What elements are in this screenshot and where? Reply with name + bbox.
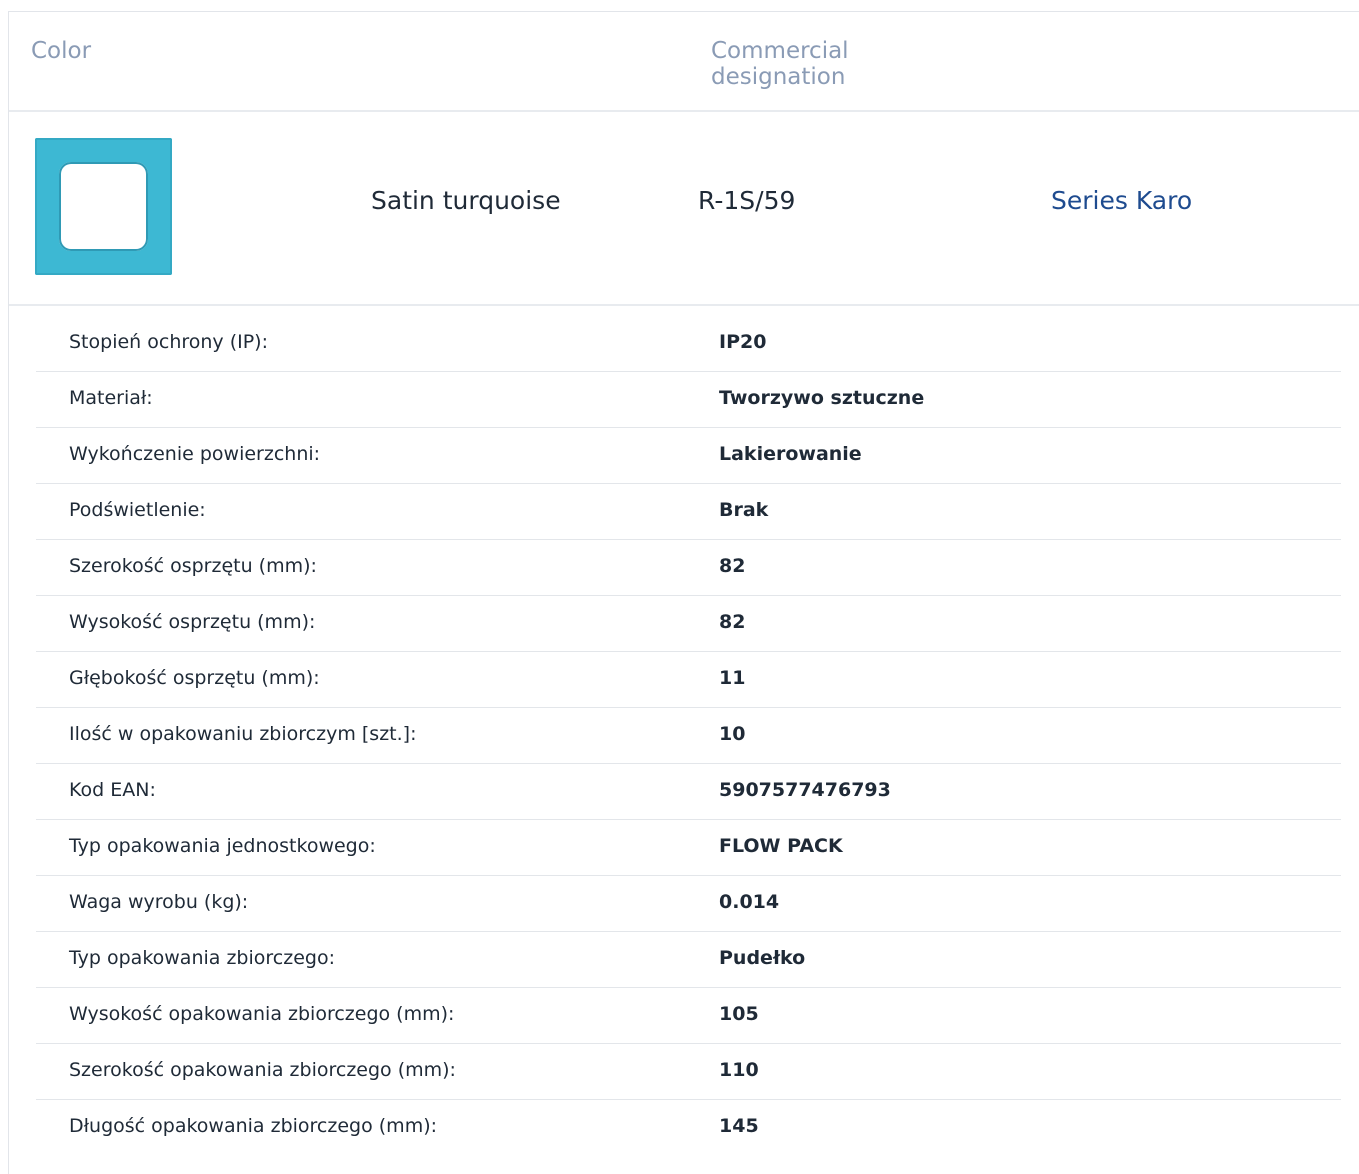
spec-label: Szerokość osprzętu (mm):	[69, 555, 317, 577]
spec-row: Typ opakowania jednostkowego: FLOW PACK	[36, 820, 1341, 876]
spec-label: Kod EAN:	[69, 779, 156, 801]
spec-value: Tworzywo sztuczne	[719, 387, 925, 409]
spec-row: Kod EAN: 5907577476793	[36, 764, 1341, 820]
spec-row: Waga wyrobu (kg): 0.014	[36, 876, 1341, 932]
spec-row: Wykończenie powierzchni: Lakierowanie	[36, 428, 1341, 484]
commercial-code: R-1S/59	[698, 186, 796, 215]
spec-label: Wysokość osprzętu (mm):	[69, 611, 316, 633]
spec-value: Pudełko	[719, 947, 806, 969]
spec-row: Wysokość opakowania zbiorczego (mm): 105	[36, 988, 1341, 1044]
spec-label: Stopień ochrony (IP):	[69, 331, 268, 353]
spec-label: Typ opakowania zbiorczego:	[69, 947, 335, 969]
table-header-row: Color Commercial designation	[9, 12, 1359, 112]
spec-label: Szerokość opakowania zbiorczego (mm):	[69, 1059, 456, 1081]
spec-label: Długość opakowania zbiorczego (mm):	[69, 1115, 438, 1137]
spec-value: Brak	[719, 499, 769, 521]
spec-label: Głębokość osprzętu (mm):	[69, 667, 320, 689]
spec-value: IP20	[719, 331, 767, 353]
spec-row: Wysokość osprzętu (mm): 82	[36, 596, 1341, 652]
commercial-designation-column-header: Commercial designation	[711, 38, 849, 90]
spec-value: 5907577476793	[719, 779, 891, 801]
spec-row: Szerokość opakowania zbiorczego (mm): 11…	[36, 1044, 1341, 1100]
spec-value: 110	[719, 1059, 759, 1081]
spec-value: FLOW PACK	[719, 835, 843, 857]
spec-label: Typ opakowania jednostkowego:	[69, 835, 376, 857]
spec-label: Podświetlenie:	[69, 499, 206, 521]
spec-value: 105	[719, 1003, 759, 1025]
spec-label: Wysokość opakowania zbiorczego (mm):	[69, 1003, 455, 1025]
spec-label: Waga wyrobu (kg):	[69, 891, 249, 913]
spec-value: 145	[719, 1115, 759, 1137]
spec-value: 0.014	[719, 891, 780, 913]
spec-row: Stopień ochrony (IP): IP20	[36, 316, 1341, 372]
product-image-frame-thumbnail[interactable]	[35, 138, 172, 275]
spec-label: Ilość w opakowaniu zbiorczym [szt.]:	[69, 723, 417, 745]
spec-row: Ilość w opakowaniu zbiorczym [szt.]: 10	[36, 708, 1341, 764]
color-name: Satin turquoise	[371, 186, 561, 215]
spec-row: Typ opakowania zbiorczego: Pudełko	[36, 932, 1341, 988]
spec-value: 82	[719, 611, 746, 633]
spec-row: Głębokość osprzętu (mm): 11	[36, 652, 1341, 708]
spec-value: 82	[719, 555, 746, 577]
spec-value: 11	[719, 667, 746, 689]
spec-value: 10	[719, 723, 746, 745]
spec-row: Podświetlenie: Brak	[36, 484, 1341, 540]
frame-opening	[59, 162, 148, 251]
series-link[interactable]: Series Karo	[1051, 186, 1192, 215]
product-row: Satin turquoise R-1S/59 Series Karo	[9, 112, 1359, 306]
spec-row: Długość opakowania zbiorczego (mm): 145	[36, 1100, 1341, 1156]
spec-value: Lakierowanie	[719, 443, 862, 465]
spec-row: Szerokość osprzętu (mm): 82	[36, 540, 1341, 596]
spec-label: Wykończenie powierzchni:	[69, 443, 321, 465]
spec-row: Materiał: Tworzywo sztuczne	[36, 372, 1341, 428]
specifications-list: Stopień ochrony (IP): IP20 Materiał: Two…	[36, 316, 1341, 1156]
color-column-header: Color	[31, 38, 92, 64]
spec-label: Materiał:	[69, 387, 153, 409]
